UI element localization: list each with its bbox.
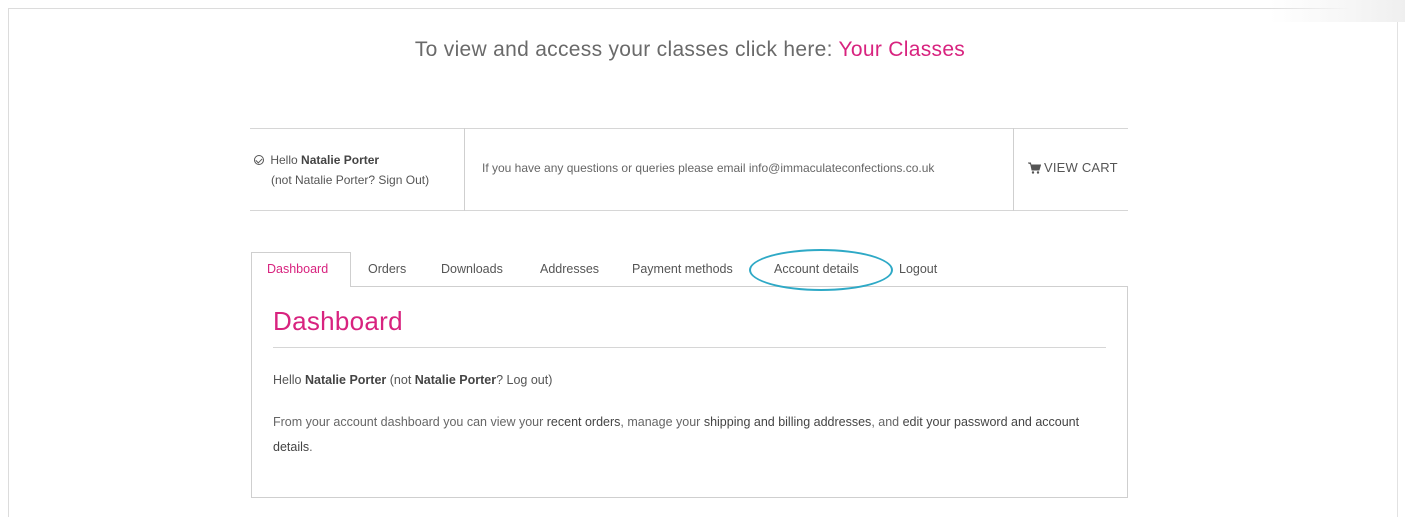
tab-downloads[interactable]: Downloads <box>441 262 503 276</box>
desc-text-2: , manage your <box>620 415 701 429</box>
frame-right-border <box>1397 8 1398 517</box>
info-bar-divider <box>464 128 465 211</box>
hello-label: Hello <box>270 153 298 167</box>
greet-not: (not <box>389 373 412 387</box>
view-cart-label: VIEW CART <box>1044 160 1118 175</box>
info-bar-top-rule <box>250 128 1128 129</box>
highlight-ring <box>749 249 893 291</box>
tab-payment-methods[interactable]: Payment methods <box>632 262 733 276</box>
recent-orders-link[interactable]: recent orders <box>547 415 621 429</box>
your-classes-link[interactable]: Your Classes <box>839 38 966 61</box>
addresses-link[interactable]: shipping and billing addresses <box>704 415 871 429</box>
greet-name: Natalie Porter <box>304 373 387 387</box>
frame-corner-shadow <box>1270 0 1405 22</box>
info-bar-divider <box>1013 128 1014 211</box>
dashboard-description: From your account dashboard you can view… <box>273 410 1103 460</box>
sign-out-link[interactable]: (not Natalie Porter? Sign Out) <box>271 170 429 190</box>
tab-logout[interactable]: Logout <box>899 262 937 276</box>
desc-text-3: , and <box>871 415 900 429</box>
tab-addresses[interactable]: Addresses <box>540 262 599 276</box>
dashboard-greeting: Hello Natalie Porter (not Natalie Porter… <box>273 373 552 387</box>
frame-left-border <box>8 8 9 517</box>
greet-close-paren: ) <box>548 373 553 387</box>
desc-text-4: . <box>309 440 313 454</box>
view-cart-button[interactable]: VIEW CART <box>1028 160 1118 175</box>
classes-prompt-text: To view and access your classes click he… <box>414 38 833 61</box>
cart-icon <box>1028 162 1042 174</box>
frame-top-border <box>8 8 1398 9</box>
greet-question: ? <box>496 373 504 387</box>
user-greeting: Hello Natalie Porter (not Natalie Porter… <box>254 150 429 190</box>
contact-message: If you have any questions or queries ple… <box>482 161 935 175</box>
greet-name-2: Natalie Porter <box>414 373 497 387</box>
greet-hello: Hello <box>273 373 302 387</box>
check-circle-icon <box>254 155 264 165</box>
info-bar-bottom-rule <box>250 210 1128 211</box>
page-title: Dashboard <box>273 306 403 336</box>
logout-link[interactable]: Log out <box>507 373 549 387</box>
user-name: Natalie Porter <box>301 153 380 167</box>
tab-dashboard-label[interactable]: Dashboard <box>267 262 328 276</box>
title-divider <box>273 347 1106 348</box>
tab-orders[interactable]: Orders <box>368 262 406 276</box>
desc-text-1: From your account dashboard you can view… <box>273 415 544 429</box>
classes-prompt: To view and access your classes click he… <box>0 38 1380 62</box>
